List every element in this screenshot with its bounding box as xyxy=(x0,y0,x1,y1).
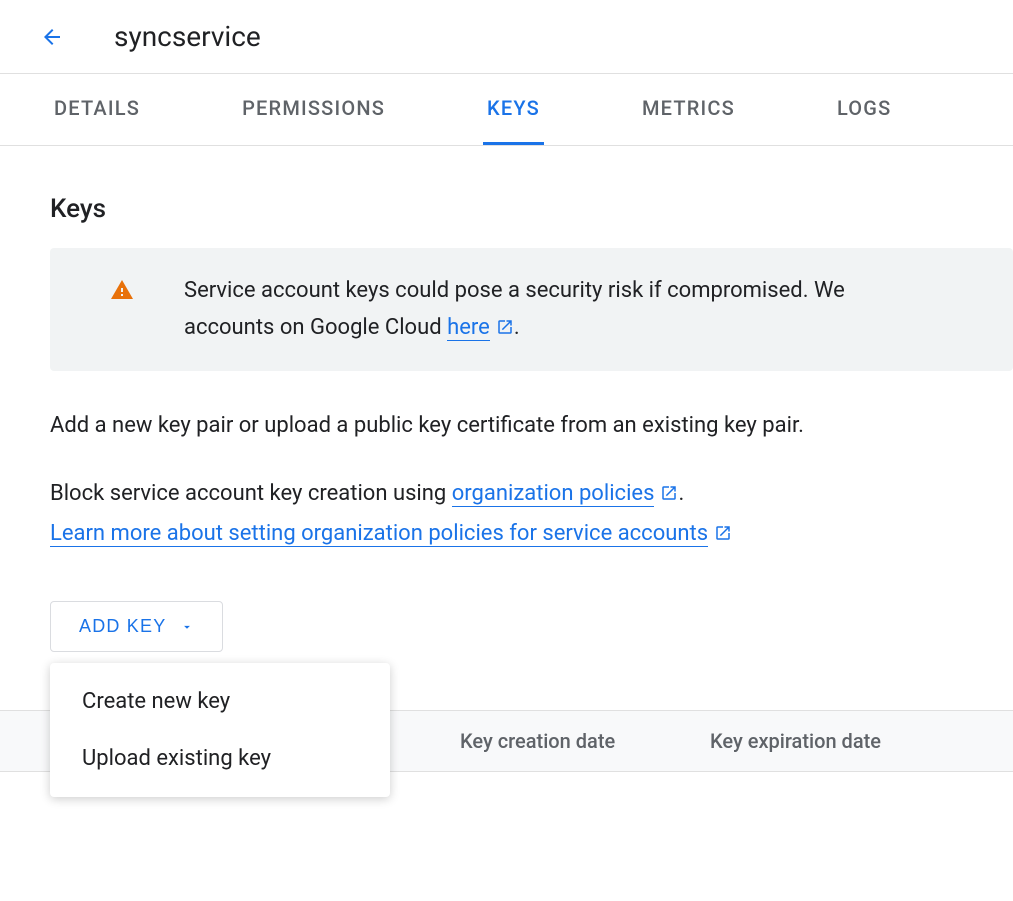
section-title: Keys xyxy=(50,194,1013,224)
table-col-creation: Key creation date xyxy=(460,711,710,771)
menu-create-new-key[interactable]: Create new key xyxy=(50,673,390,730)
menu-upload-existing-key[interactable]: Upload existing key xyxy=(50,730,390,787)
tab-metrics[interactable]: METRICS xyxy=(638,74,739,145)
header: syncservice xyxy=(0,0,1013,74)
page-title: syncservice xyxy=(114,20,261,53)
description: Add a new key pair or upload a public ke… xyxy=(50,407,1013,444)
warning-box: Service account keys could pose a securi… xyxy=(50,248,1013,371)
block-prefix: Block service account key creation using xyxy=(50,481,452,506)
external-link-icon xyxy=(714,524,732,542)
block-suffix1: . xyxy=(678,481,684,506)
warning-icon xyxy=(110,278,134,306)
external-link-icon xyxy=(660,484,678,502)
content: Keys Service account keys could pose a s… xyxy=(0,146,1013,772)
add-key-label: ADD KEY xyxy=(79,616,166,637)
org-policies-link[interactable]: organization policies xyxy=(452,481,655,507)
warning-line2: accounts on Google Cloud xyxy=(184,315,447,340)
tab-logs[interactable]: LOGS xyxy=(833,74,895,145)
learn-more-link[interactable]: Learn more about setting organization po… xyxy=(50,521,708,547)
chevron-down-icon xyxy=(180,620,194,634)
external-link-icon xyxy=(496,318,514,336)
tabs: DETAILS PERMISSIONS KEYS METRICS LOGS xyxy=(0,74,1013,146)
tab-keys[interactable]: KEYS xyxy=(483,74,544,145)
tab-permissions[interactable]: PERMISSIONS xyxy=(238,74,389,145)
tab-details[interactable]: DETAILS xyxy=(50,74,144,145)
add-key-button[interactable]: ADD KEY xyxy=(50,601,223,652)
table-col-expiration: Key expiration date xyxy=(710,711,960,771)
warning-text: Service account keys could pose a securi… xyxy=(184,272,845,347)
warning-line1: Service account keys could pose a securi… xyxy=(184,278,845,303)
block-text: Block service account key creation using… xyxy=(50,474,1013,553)
back-arrow-icon[interactable] xyxy=(40,25,64,49)
add-key-dropdown: Create new key Upload existing key xyxy=(50,663,390,797)
add-key-wrapper: ADD KEY Create new key Upload existing k… xyxy=(50,601,223,652)
warning-here-link[interactable]: here xyxy=(447,315,490,341)
